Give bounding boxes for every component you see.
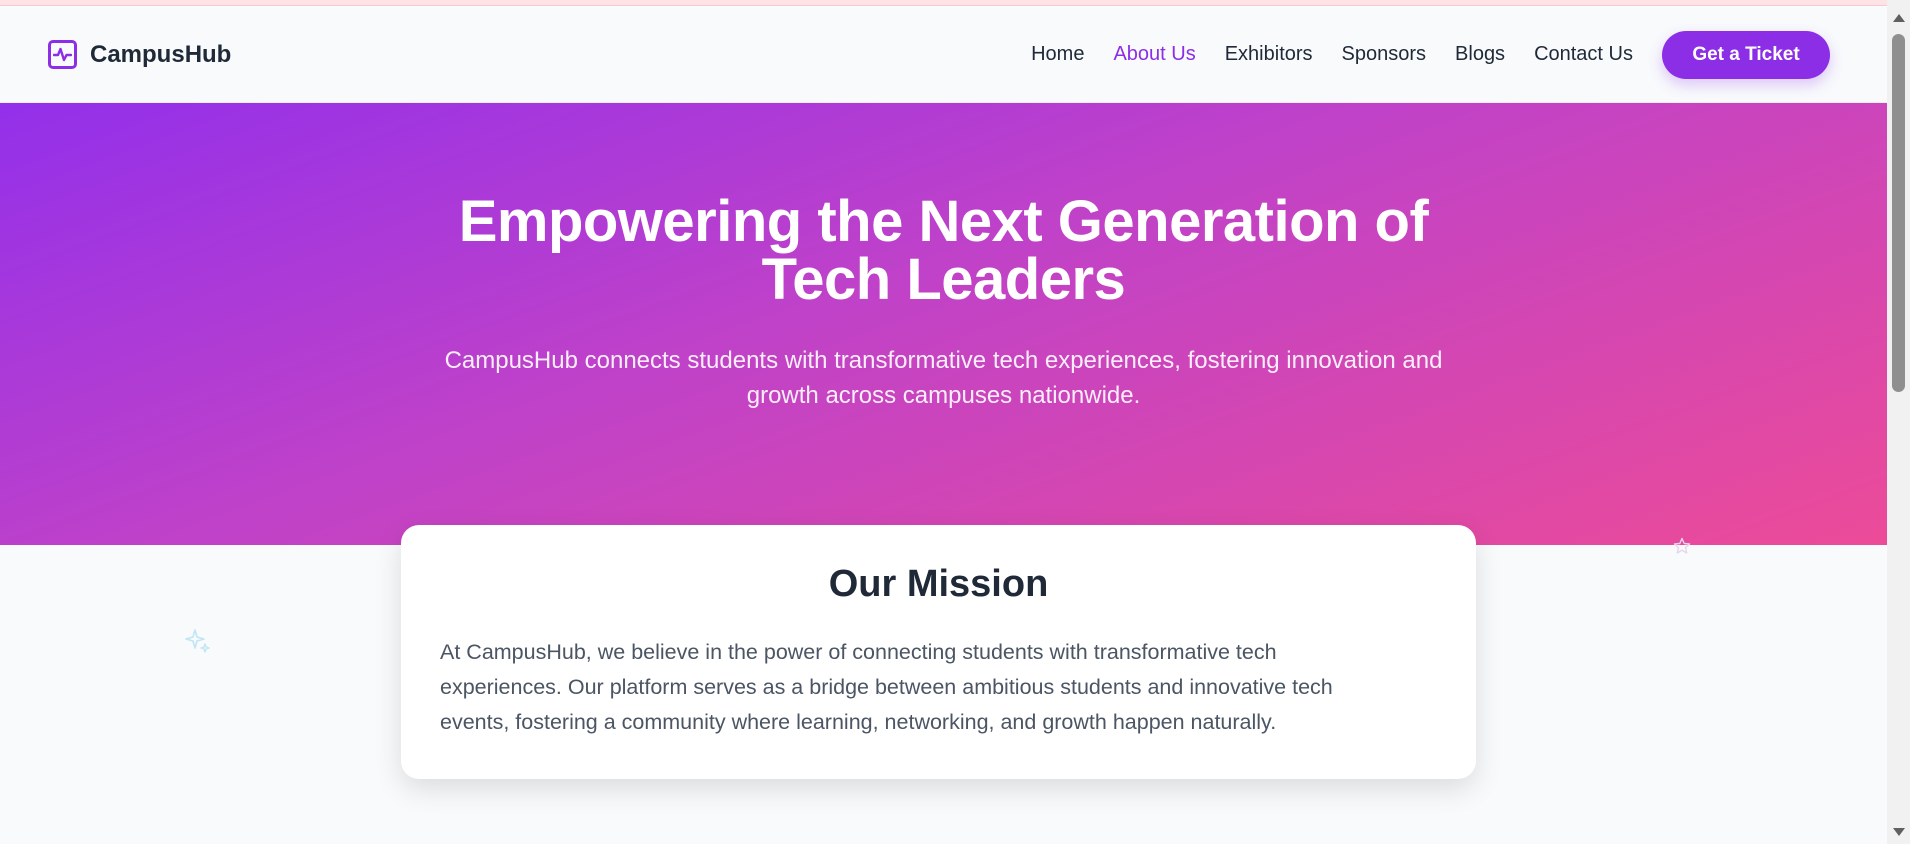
nav-contact-us[interactable]: Contact Us (1534, 43, 1633, 66)
nav-blogs[interactable]: Blogs (1455, 43, 1505, 66)
star-icon (1673, 537, 1691, 554)
mission-text-line-3: events, fostering a community where lear… (440, 710, 1277, 734)
sparkle-icon (185, 629, 210, 653)
hero-title-line-2: Tech Leaders (761, 247, 1126, 312)
vertical-scrollbar[interactable] (1887, 0, 1910, 844)
scroll-thumb[interactable] (1892, 34, 1905, 392)
hero-title-line-1: Empowering the Next Generation of (458, 189, 1429, 254)
brand-logo-link[interactable]: CampusHub (48, 40, 231, 69)
activity-pulse-icon (48, 40, 77, 69)
get-ticket-button[interactable]: Get a Ticket (1662, 30, 1830, 79)
mission-text-line-2: experiences. Our platform serves as a br… (440, 675, 1333, 699)
mission-text: At CampusHub, we believe in the power of… (440, 635, 1416, 740)
hero-title: Empowering the Next Generation of Tech L… (0, 193, 1887, 309)
nav-sponsors[interactable]: Sponsors (1342, 43, 1427, 66)
nav-about-us[interactable]: About Us (1113, 43, 1195, 66)
nav-exhibitors[interactable]: Exhibitors (1225, 43, 1313, 66)
nav-home[interactable]: Home (1031, 43, 1084, 66)
hero-subtitle-line-1: CampusHub connects students with transfo… (444, 347, 1443, 374)
navbar: CampusHub Home About Us Exhibitors Spons… (0, 6, 1887, 103)
hero-subtitle: CampusHub connects students with transfo… (394, 343, 1494, 413)
scroll-up-arrow-icon[interactable] (1893, 14, 1905, 22)
mission-title: Our Mission (828, 563, 1049, 605)
mission-text-line-1: At CampusHub, we believe in the power of… (440, 640, 1277, 664)
main-nav: Home About Us Exhibitors Sponsors Blogs … (1031, 6, 1887, 103)
hero-section: Empowering the Next Generation of Tech L… (0, 103, 1887, 545)
hero-subtitle-line-2: growth across campuses nationwide. (746, 382, 1141, 409)
mission-card: Our Mission At CampusHub, we believe in … (401, 525, 1476, 779)
brand-name: CampusHub (90, 40, 232, 68)
scroll-down-arrow-icon[interactable] (1893, 828, 1905, 836)
